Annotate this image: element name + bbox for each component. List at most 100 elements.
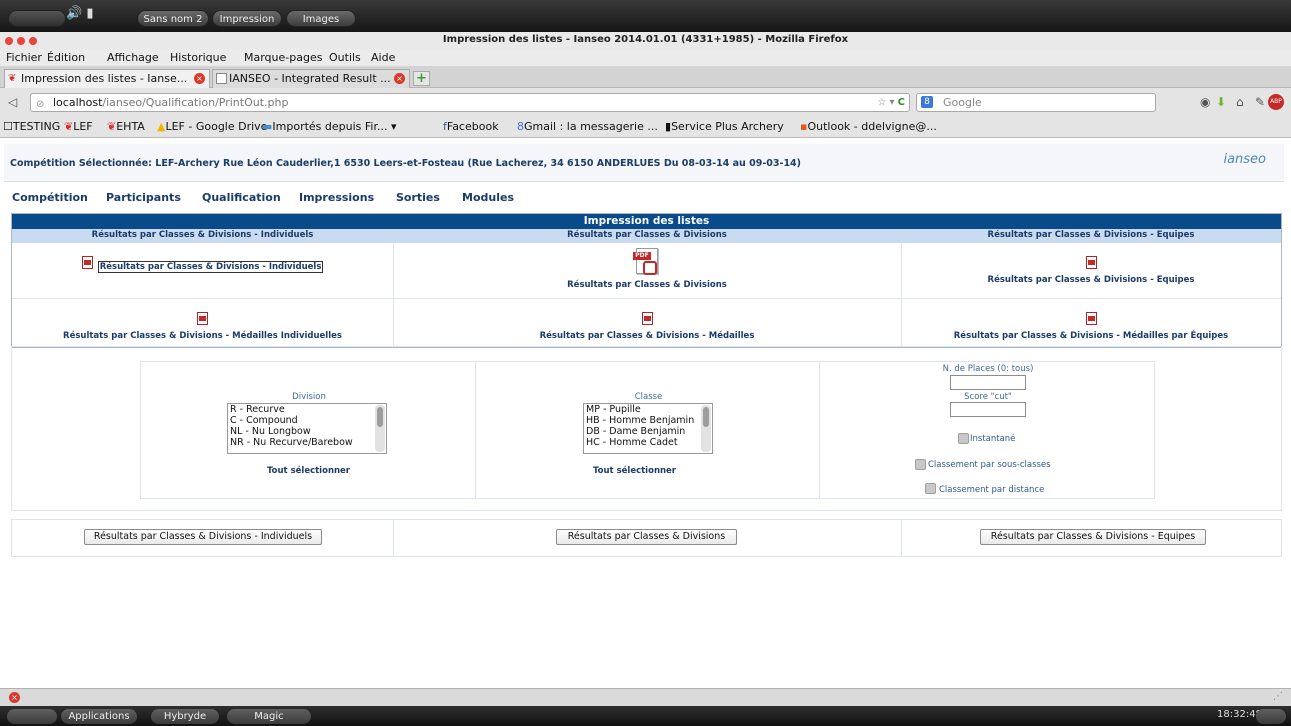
btn-classes[interactable]: Résultats par Classes & Divisions xyxy=(556,529,737,545)
link-label[interactable]: Résultats par Classes & Divisions - Méda… xyxy=(393,331,901,341)
menu-marque-pages[interactable]: Marque-pages xyxy=(244,51,322,64)
window-titlebar: Impression des listes - Ianseo 2014.01.0… xyxy=(0,32,1291,49)
link-label[interactable]: Résultats par Classes & Divisions - Méda… xyxy=(12,331,393,341)
resize-grip-icon[interactable]: ⋰ xyxy=(1273,691,1283,702)
magic-button[interactable]: Magic xyxy=(227,709,311,724)
menu-historique[interactable]: Historique xyxy=(170,51,226,64)
menu-edition[interactable]: Édition xyxy=(47,51,85,64)
binoculars-icon[interactable]: ◉ xyxy=(1200,95,1210,109)
menu-participants[interactable]: Participants xyxy=(106,191,181,204)
menu-affichage[interactable]: Affichage xyxy=(107,51,159,64)
classe-option[interactable]: MP - Pupille xyxy=(586,404,712,415)
close-addon-bar-icon[interactable]: × xyxy=(9,692,20,703)
task-impression[interactable]: Impression xyxy=(212,10,282,27)
menu-bar: Fichier Édition Affichage Historique Mar… xyxy=(0,49,1291,66)
classe-option[interactable]: DB - Dame Benjamin xyxy=(586,426,712,437)
link-label[interactable]: Résultats par Classes & Divisions - Méda… xyxy=(901,331,1281,341)
places-input[interactable] xyxy=(950,375,1026,390)
tab-bar: ❦ Impression des listes - Ianse... × IAN… xyxy=(0,66,1291,88)
close-tab-icon[interactable]: × xyxy=(394,73,405,84)
btn-individuels[interactable]: Résultats par Classes & Divisions - Indi… xyxy=(84,529,322,545)
google-icon[interactable]: 8 xyxy=(921,96,933,108)
pdf-link-classes[interactable]: Résultats par Classes & Divisions xyxy=(393,248,901,290)
tab-ianseo[interactable]: IANSEO - Integrated Result ... × xyxy=(212,69,410,88)
bookmark-lef-drive[interactable]: ▲LEF - Google Drive xyxy=(157,120,267,133)
bookmark-ehta[interactable]: ❦EHTA xyxy=(107,120,145,133)
menu-sorties[interactable]: Sorties xyxy=(396,191,440,204)
menu-aide[interactable]: Aide xyxy=(371,51,395,64)
download-icon[interactable]: ⬇ xyxy=(1216,95,1226,109)
pdf-icon[interactable] xyxy=(197,312,208,325)
tab-impression[interactable]: ❦ Impression des listes - Ianse... × xyxy=(4,69,210,88)
division-box: Division R - Recurve C - Compound NL - N… xyxy=(140,361,476,499)
url-bar[interactable]: ⊘ localhost/ianseo/Qualification/PrintOu… xyxy=(30,93,910,112)
url-star-icon[interactable]: ☆ ▾ C xyxy=(877,94,905,111)
home-icon[interactable]: ⌂ xyxy=(1236,95,1244,109)
bookmark-importes[interactable]: ▬Importés depuis Fir... ▾ xyxy=(262,120,397,133)
division-option[interactable]: R - Recurve xyxy=(230,404,386,415)
search-input[interactable]: 8 Google xyxy=(916,93,1156,112)
division-listbox[interactable]: R - Recurve C - Compound NL - Nu Longbow… xyxy=(227,403,387,454)
task-images[interactable]: Images xyxy=(286,10,356,27)
division-option[interactable]: C - Compound xyxy=(230,415,386,426)
back-arrow-icon[interactable]: ◁ xyxy=(8,95,17,109)
volume-icon[interactable]: 🔊 ▮ xyxy=(66,6,93,21)
pdf-large-icon[interactable] xyxy=(633,248,658,275)
menu-modules[interactable]: Modules xyxy=(462,191,514,204)
btn-equipes[interactable]: Résultats par Classes & Divisions - Equi… xyxy=(980,529,1206,545)
select-all-classe[interactable]: Tout sélectionner xyxy=(593,466,676,476)
classe-option[interactable]: HB - Homme Benjamin xyxy=(586,415,712,426)
score-cut-label: Score "cut" xyxy=(964,392,1012,402)
instantane-checkbox[interactable] xyxy=(958,433,969,444)
division-option[interactable]: NR - Nu Recurve/Barebow xyxy=(230,437,386,448)
site-identity-icon[interactable]: ⊘ xyxy=(36,96,44,113)
close-tab-icon[interactable]: × xyxy=(194,73,205,84)
sous-classes-checkbox[interactable] xyxy=(915,459,926,470)
tools-icon[interactable]: ✎ xyxy=(1255,95,1265,109)
applications-button[interactable]: Applications xyxy=(61,709,137,724)
classe-option[interactable]: HC - Homme Cadet xyxy=(586,437,712,448)
classe-listbox[interactable]: MP - Pupille HB - Homme Benjamin DB - Da… xyxy=(583,403,713,454)
desktop-bottom-panel: Applications Hybryde Magic 18:32:48 xyxy=(0,706,1291,726)
pdf-icon[interactable] xyxy=(1085,256,1097,269)
hybryde-button[interactable]: Hybryde xyxy=(151,709,219,724)
bookmark-outlook[interactable]: ▪Outlook - ddelvigne@... xyxy=(800,120,937,133)
scrollbar[interactable] xyxy=(701,405,711,452)
task-sans-nom[interactable]: Sans nom 2 xyxy=(137,10,209,27)
distance-checkbox[interactable] xyxy=(925,483,936,494)
pdf-link-equipes[interactable]: Résultats par Classes & Divisions - Equi… xyxy=(901,254,1281,285)
ianseo-logo: ianseo xyxy=(1223,152,1266,167)
pdf-icon[interactable] xyxy=(1085,312,1097,325)
section-headers: Résultats par Classes & Divisions - Indi… xyxy=(12,229,1281,243)
menu-outils[interactable]: Outils xyxy=(329,51,361,64)
pdf-link-individuels[interactable]: Résultats par Classes & Divisions - Indi… xyxy=(12,254,393,273)
link-label[interactable]: Résultats par Classes & Divisions - Indi… xyxy=(97,261,324,273)
menu-impressions[interactable]: Impressions xyxy=(299,191,374,204)
menu-fichier[interactable]: Fichier xyxy=(6,51,42,64)
panel-blank-button[interactable] xyxy=(8,10,66,27)
link-label[interactable]: Résultats par Classes & Divisions xyxy=(393,280,901,290)
pdf-link-medailles[interactable]: Résultats par Classes & Divisions - Méda… xyxy=(393,310,901,341)
menu-qualification[interactable]: Qualification xyxy=(202,191,281,204)
ianseo-icon: ❦ xyxy=(64,120,74,133)
panel-blank-button[interactable] xyxy=(7,709,57,724)
division-option[interactable]: NL - Nu Longbow xyxy=(230,426,386,437)
adblock-icon[interactable]: ABP xyxy=(1268,94,1284,110)
bookmark-gmail[interactable]: 8Gmail : la messagerie ... xyxy=(517,120,658,133)
pdf-link-medailles-individuelles[interactable]: Résultats par Classes & Divisions - Méda… xyxy=(12,310,393,341)
pdf-icon[interactable] xyxy=(641,312,653,325)
bookmark-testing[interactable]: ☐TESTING xyxy=(3,120,60,133)
scrollbar[interactable] xyxy=(375,405,385,452)
bookmark-lef[interactable]: ❦LEF xyxy=(64,120,93,133)
menu-competition[interactable]: Compétition xyxy=(12,191,88,204)
bookmark-facebook[interactable]: fFacebook xyxy=(443,120,499,133)
link-label[interactable]: Résultats par Classes & Divisions - Equi… xyxy=(901,275,1281,285)
pdf-link-medailles-equipes[interactable]: Résultats par Classes & Divisions - Méda… xyxy=(901,310,1281,341)
score-cut-input[interactable] xyxy=(950,402,1026,417)
panel-blank-button[interactable] xyxy=(1256,709,1286,724)
select-all-division[interactable]: Tout sélectionner xyxy=(267,466,350,476)
pdf-icon[interactable] xyxy=(81,256,93,269)
bookmark-service-plus[interactable]: ▮Service Plus Archery xyxy=(665,120,784,133)
instantane-label: Instantané xyxy=(970,434,1016,444)
new-tab-button[interactable]: + xyxy=(413,71,430,86)
